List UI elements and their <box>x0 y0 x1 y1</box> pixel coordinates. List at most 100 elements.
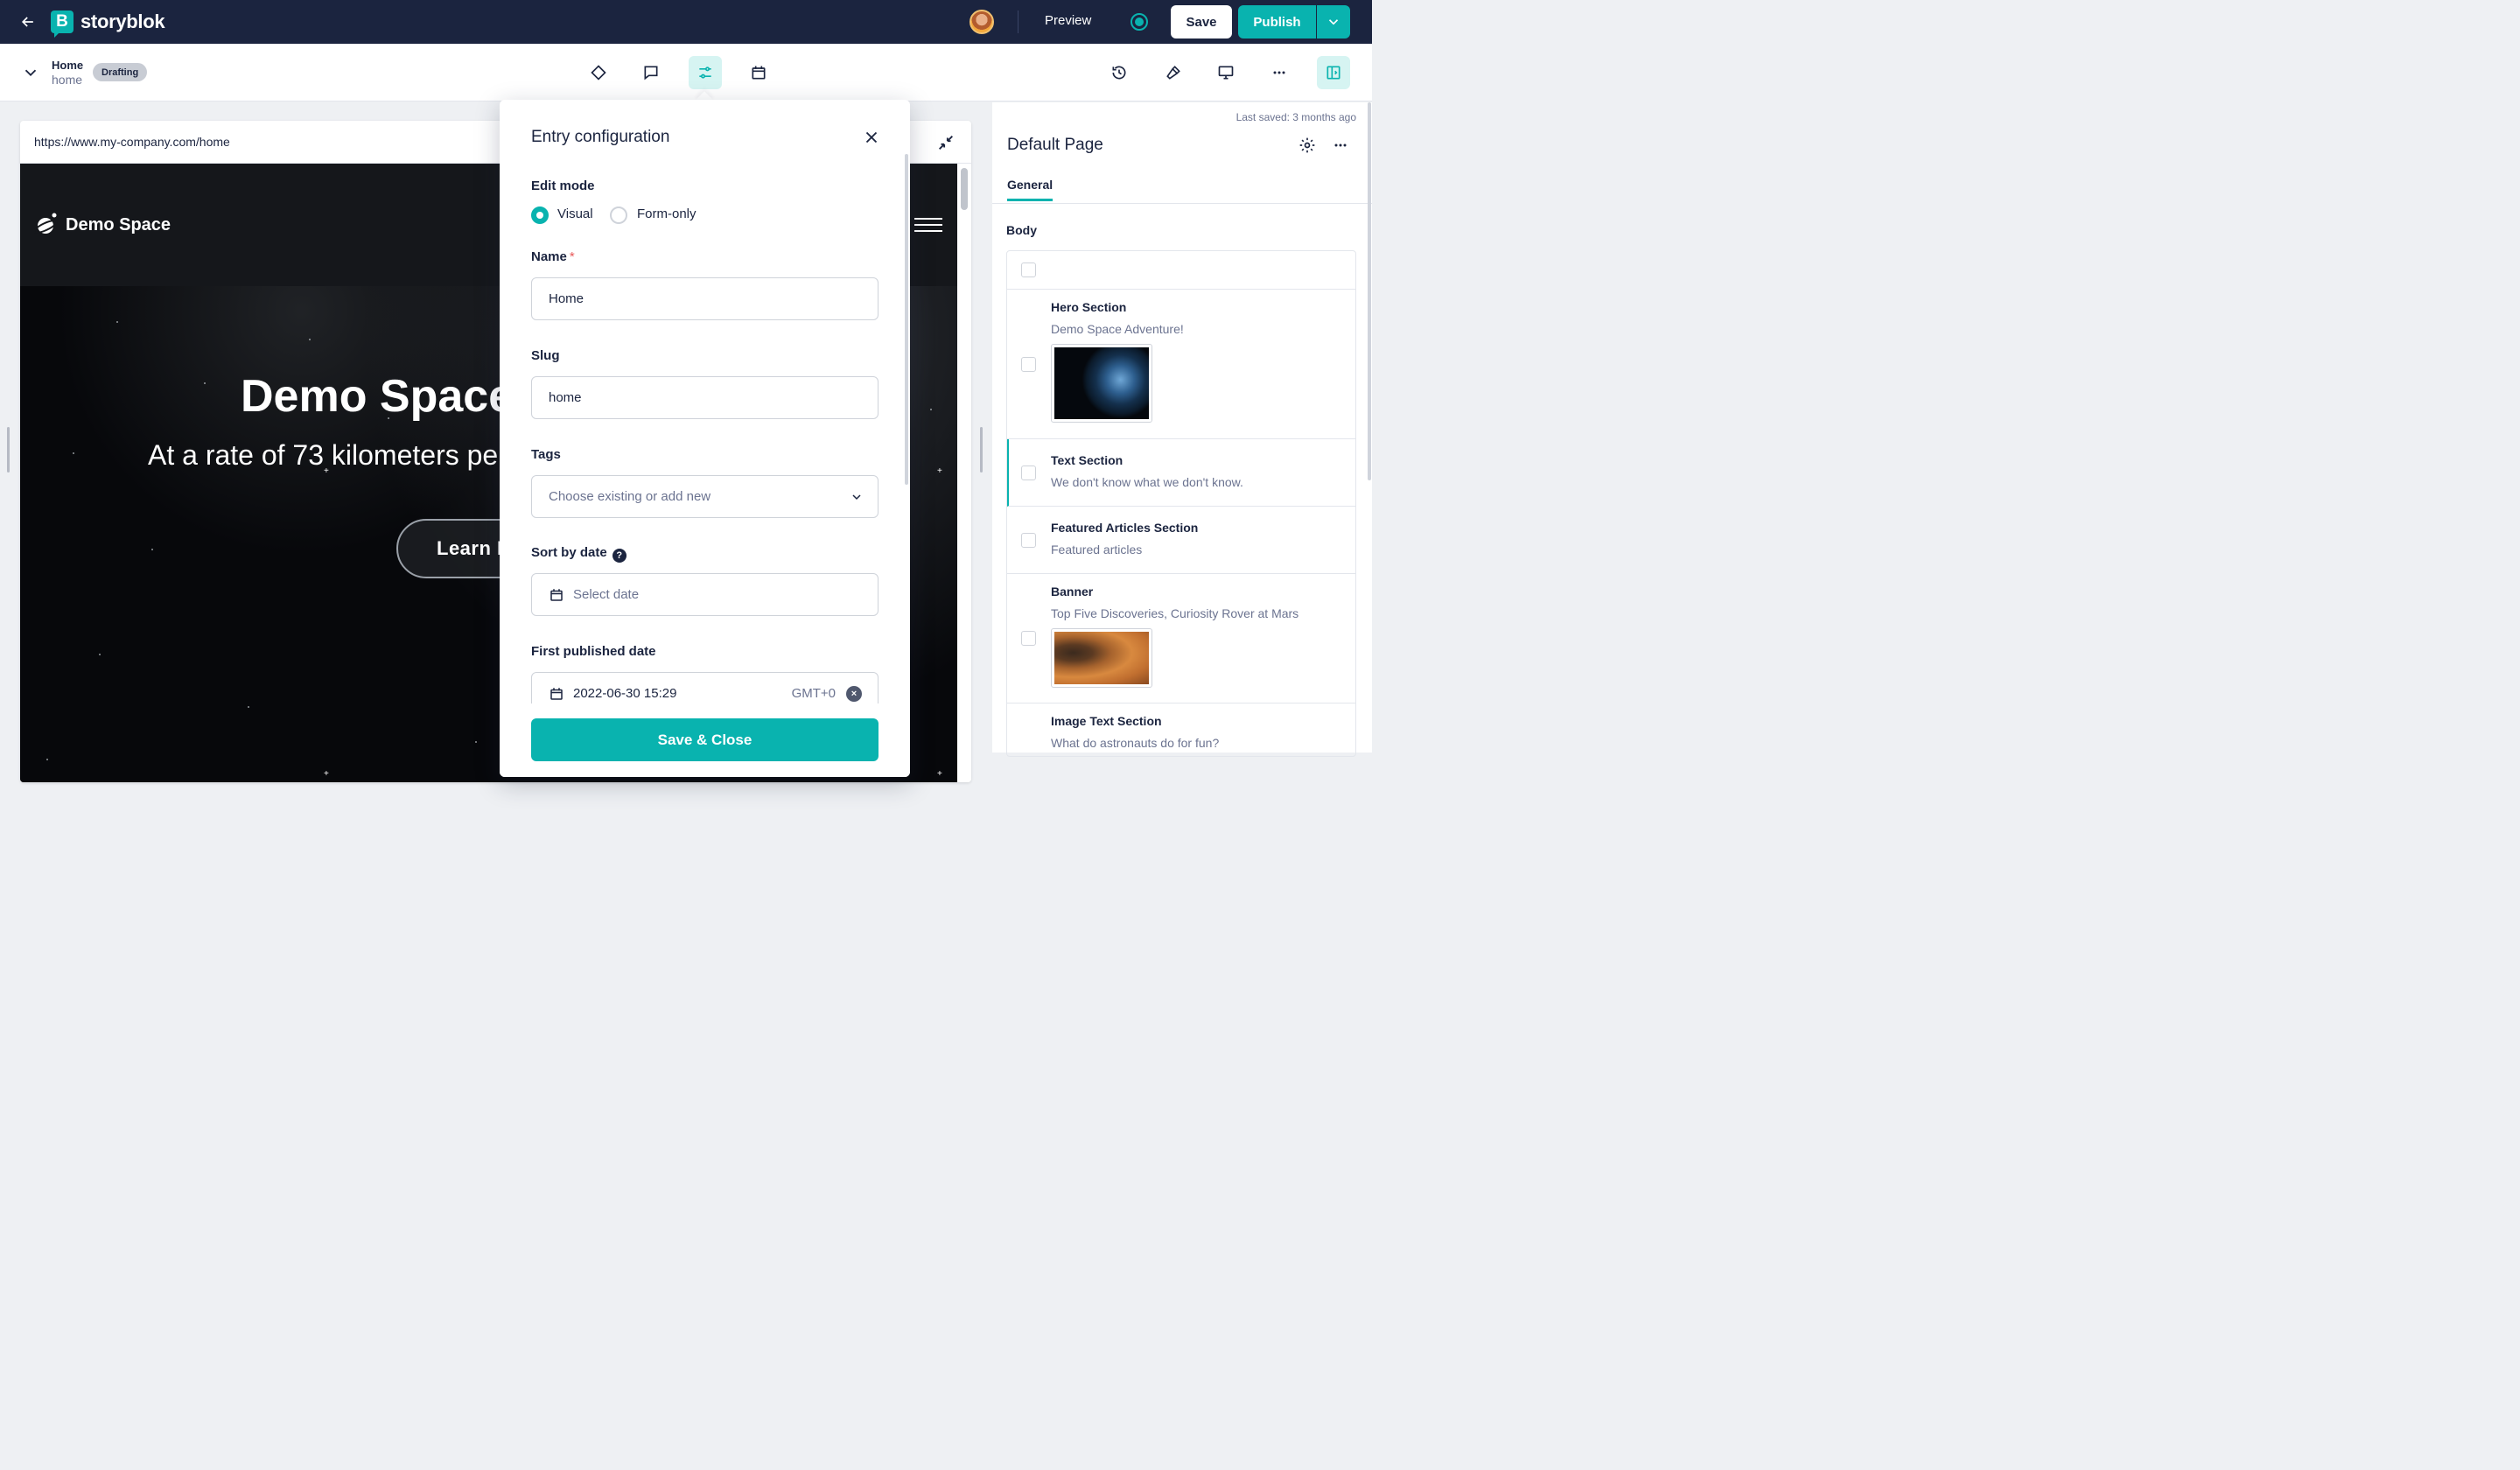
block-description: What do astronauts do for fun? <box>1051 736 1220 750</box>
toggle-sidebar-button[interactable] <box>1317 56 1350 89</box>
list-item[interactable]: Featured Articles Section Featured artic… <box>1007 507 1355 574</box>
first-published-label: First published date <box>531 644 656 659</box>
gear-icon[interactable] <box>1298 136 1316 154</box>
block-checkbox[interactable] <box>1021 533 1036 548</box>
chevron-down-icon <box>852 494 861 500</box>
block-thumbnail <box>1051 628 1152 688</box>
entry-config-button[interactable] <box>689 56 722 89</box>
calendar-icon <box>550 687 563 700</box>
block-checkbox[interactable] <box>1021 466 1036 480</box>
sidebar-icon <box>1326 66 1340 80</box>
radio-visual[interactable] <box>531 206 549 224</box>
block-name: Image Text Section <box>1051 714 1162 728</box>
storyblok-logo[interactable]: B storyblok <box>51 10 165 38</box>
block-thumbnail <box>1051 344 1152 423</box>
tags-select[interactable]: Choose existing or add new <box>531 475 878 518</box>
preview-url[interactable]: https://www.my-company.com/home <box>34 135 230 149</box>
slug-label: Slug <box>531 348 560 363</box>
publish-button[interactable]: Publish <box>1238 5 1316 38</box>
monitor-icon <box>1218 66 1234 80</box>
history-icon <box>1112 66 1126 80</box>
block-checkbox[interactable] <box>1021 357 1036 372</box>
chevron-down-icon <box>1328 19 1339 25</box>
sliders-icon <box>699 66 711 79</box>
plus-marker-icon: + <box>324 466 329 476</box>
required-marker: * <box>569 249 575 264</box>
user-avatar[interactable] <box>970 10 994 34</box>
first-published-value: 2022-06-30 15:29 <box>573 686 677 701</box>
storyblok-logo-icon: B <box>51 10 74 38</box>
device-preview-button[interactable] <box>1209 56 1242 89</box>
list-item[interactable]: Image Text Section What do astronauts do… <box>1007 704 1355 756</box>
panel-scrollbar[interactable] <box>1368 102 1371 480</box>
preview-scroll-thumb[interactable] <box>961 168 968 210</box>
story-slug: home <box>52 73 83 87</box>
list-item[interactable]: Hero Section Demo Space Adventure! <box>1007 290 1355 439</box>
hamburger-menu-icon[interactable] <box>914 218 942 232</box>
right-resize-handle[interactable] <box>980 427 983 472</box>
block-name: Text Section <box>1051 453 1124 467</box>
schedule-button[interactable] <box>742 56 775 89</box>
more-horizontal-icon[interactable] <box>1332 136 1349 154</box>
panel-title: Default Page <box>1007 136 1103 154</box>
editor-toolbar: Home home Drafting <box>0 44 1372 102</box>
history-button[interactable] <box>1102 56 1136 89</box>
block-description: Featured articles <box>1051 542 1143 556</box>
select-all-row <box>1007 251 1355 290</box>
calendar-icon <box>752 66 766 80</box>
select-all-checkbox[interactable] <box>1021 262 1036 277</box>
dev-tools-button[interactable] <box>1157 56 1190 89</box>
block-description: We don't know what we don't know. <box>1051 475 1243 489</box>
preview-button[interactable]: Preview <box>1045 13 1091 28</box>
radio-form-only-label[interactable]: Form-only <box>637 206 696 221</box>
preview-scrollbar[interactable] <box>957 164 971 782</box>
radio-visual-label[interactable]: Visual <box>557 206 593 221</box>
block-name: Banner <box>1051 584 1094 598</box>
tags-placeholder: Choose existing or add new <box>549 489 711 504</box>
block-checkbox[interactable] <box>1021 631 1036 646</box>
left-resize-handle[interactable] <box>7 427 10 472</box>
live-preview-icon[interactable] <box>1130 13 1148 31</box>
site-name: Demo Space <box>66 214 172 234</box>
status-badge: Drafting <box>93 63 148 81</box>
more-options-button[interactable] <box>1263 56 1296 89</box>
save-close-button[interactable]: Save & Close <box>531 718 878 761</box>
tab-divider <box>992 203 1372 204</box>
edit-mode-label: Edit mode <box>531 178 595 193</box>
chevron-down-icon[interactable] <box>21 63 40 82</box>
clear-icon[interactable]: × <box>846 686 862 702</box>
name-value: Home <box>549 291 584 306</box>
tags-label: Tags <box>531 447 561 462</box>
content-type-button[interactable] <box>582 56 615 89</box>
sort-by-date-label: Sort by date? <box>531 545 626 563</box>
minimize-icon[interactable] <box>936 133 956 152</box>
tab-general[interactable]: General <box>1007 178 1054 201</box>
calendar-icon <box>550 588 563 601</box>
back-arrow-icon[interactable] <box>18 11 38 32</box>
name-input[interactable]: Home <box>531 277 878 320</box>
radio-form-only[interactable] <box>610 206 627 224</box>
block-description: Demo Space Adventure! <box>1051 322 1184 336</box>
site-logo[interactable]: Demo Space <box>33 213 172 237</box>
modal-footer: Save & Close <box>500 704 910 777</box>
story-title: Home <box>52 59 84 72</box>
list-item[interactable]: Text Section We don't know what we don't… <box>1007 439 1355 507</box>
sort-date-input[interactable]: Select date <box>531 573 878 616</box>
slug-input[interactable]: home <box>531 376 878 419</box>
body-field-label: Body <box>1006 223 1037 237</box>
plus-marker-icon: + <box>937 466 942 476</box>
modal-scrollbar[interactable] <box>905 154 908 485</box>
timezone-label: GMT+0 <box>791 686 836 701</box>
modal-title: Entry configuration <box>531 128 670 146</box>
publish-dropdown-button[interactable] <box>1317 5 1350 38</box>
list-item[interactable]: Banner Top Five Discoveries, Curiosity R… <box>1007 574 1355 704</box>
plus-marker-icon: + <box>937 769 942 779</box>
top-bar: B storyblok Preview Save Publish <box>0 0 1372 44</box>
save-button[interactable]: Save <box>1171 5 1232 38</box>
comments-button[interactable] <box>634 56 668 89</box>
block-name: Featured Articles Section <box>1051 521 1199 535</box>
hero-title: Demo Space <box>241 371 514 422</box>
entry-configuration-modal: Entry configuration Edit mode Visual For… <box>500 100 910 777</box>
close-icon[interactable] <box>862 128 881 147</box>
help-icon[interactable]: ? <box>612 549 626 563</box>
